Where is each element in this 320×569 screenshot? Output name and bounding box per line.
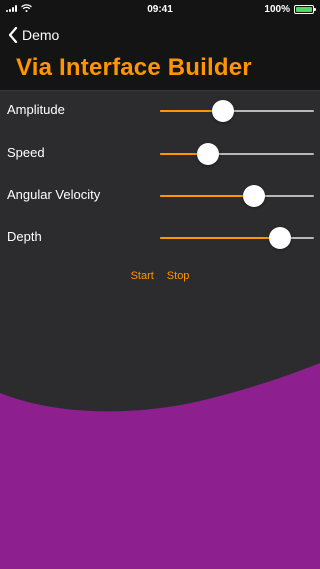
depth-slider[interactable] (160, 223, 314, 253)
status-right: 100% (264, 4, 316, 15)
angular-velocity-slider[interactable] (160, 181, 314, 211)
slider-track-fill (160, 237, 281, 239)
depth-label: Depth (7, 229, 42, 244)
start-button[interactable]: Start (131, 270, 154, 288)
back-button[interactable]: Demo (8, 24, 59, 46)
slider-track-fill (160, 195, 254, 197)
wave-view (0, 363, 320, 569)
angular-velocity-label: Angular Velocity (7, 187, 101, 202)
angular-velocity-row: Angular Velocity (0, 181, 320, 211)
battery-nub (314, 8, 316, 11)
battery-icon (294, 5, 316, 14)
slider-thumb[interactable] (242, 185, 265, 207)
battery-fill (296, 7, 312, 12)
stop-button[interactable]: Stop (167, 270, 190, 288)
slider-thumb[interactable] (196, 143, 219, 165)
playback-controls: Start Stop (0, 270, 320, 288)
depth-row: Depth (0, 223, 320, 253)
speed-label: Speed (7, 145, 45, 160)
slider-thumb[interactable] (269, 227, 292, 249)
battery-percent: 100% (264, 4, 290, 15)
page-title: Via Interface Builder (16, 54, 252, 81)
amplitude-row: Amplitude (0, 96, 320, 126)
slider-thumb[interactable] (212, 100, 235, 122)
speed-row: Speed (0, 139, 320, 169)
speed-slider[interactable] (160, 139, 314, 169)
navigation-bar: Demo Via Interface Builder (0, 20, 320, 91)
amplitude-slider[interactable] (160, 96, 314, 126)
status-bar: 09:41 100% (0, 0, 320, 20)
back-button-label: Demo (22, 27, 60, 43)
wave-shape (0, 363, 320, 569)
amplitude-label: Amplitude (7, 102, 65, 117)
chevron-left-icon (8, 27, 18, 43)
